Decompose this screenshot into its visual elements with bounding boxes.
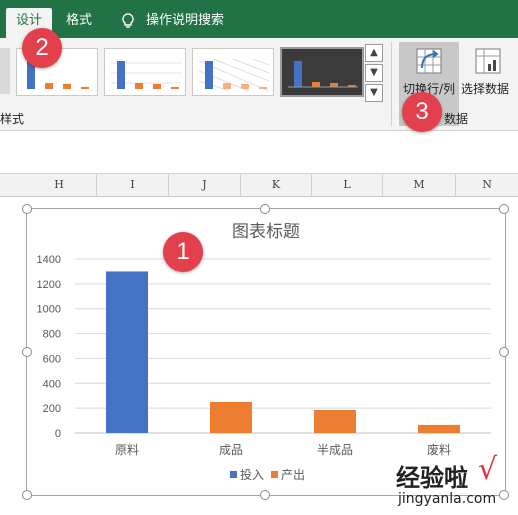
x-category-label: 半成品 [317,443,353,457]
resize-handle-top-left[interactable] [22,204,32,214]
column-header-j[interactable]: J [169,174,241,196]
column-header-n[interactable]: N [456,174,518,196]
column-header-i[interactable]: I [97,174,169,196]
formula-area [0,131,518,174]
legend-label: 产出 [281,468,305,482]
select-data-button[interactable]: 选择数据 [461,42,517,102]
column-header-row: H I J K L M N [0,174,518,197]
watermark-url: jingyanla.com [398,491,497,507]
chart-style-thumb-partial[interactable] [0,48,10,94]
lightbulb-icon [122,13,134,28]
resize-handle-top[interactable] [260,204,270,214]
legend-label: 投入 [240,467,264,482]
ribbon-tab-bar: 设计 格式 操作说明搜索 [0,0,518,38]
column-header-m[interactable]: M [383,174,456,196]
step-badge-3: 3 [402,92,442,132]
select-data-label: 选择数据 [461,82,510,96]
tell-me-search[interactable]: 操作说明搜索 [146,8,224,38]
resize-handle-bottom-left[interactable] [22,490,32,500]
step-badge-1: 1 [163,232,203,272]
resize-handle-top-right[interactable] [499,204,509,214]
column-header-h[interactable]: H [22,174,97,196]
bar-产出 [210,401,252,433]
bar-产出 [418,424,460,433]
switch-row-column-icon [416,48,442,74]
chart-style-thumb-3[interactable] [192,48,274,96]
bar-产出 [314,410,356,433]
y-tick-label: 1200 [37,279,61,291]
chart-style-thumb-2[interactable] [104,48,186,96]
column-header-k[interactable]: K [241,174,312,196]
y-tick-label: 400 [43,378,61,390]
step-badge-2: 2 [22,28,62,68]
chart-area[interactable]: 图表标题 0 200 400 600 800 1000 1200 1400 原料 成品 半成品 废料投… [26,208,506,496]
resize-handle-left[interactable] [22,347,32,357]
styles-group-label: 样式 [0,112,25,126]
x-category-label: 原料 [115,443,139,457]
gallery-more-button[interactable]: ▼ [365,84,383,102]
chart-style-thumb-4-dark[interactable] [280,47,364,97]
resize-handle-bottom-right[interactable] [499,490,509,500]
group-divider [391,42,392,126]
gallery-scroll-up-button[interactable]: ▲ [365,44,383,62]
gallery-scroll-down-button[interactable]: ▼ [365,64,383,82]
x-category-label: 废料 [427,442,451,457]
data-group-label: 数据 [444,112,469,126]
watermark-text: 经验啦 [396,464,468,492]
y-tick-label: 800 [43,329,61,341]
y-tick-label: 1000 [37,304,61,316]
legend-swatch [230,471,237,478]
select-data-icon [475,48,501,74]
column-header-l[interactable]: L [312,174,383,196]
resize-handle-bottom[interactable] [260,490,270,500]
y-tick-label: 600 [43,353,61,365]
column-chart: 图表标题 0 200 400 600 800 1000 1200 1400 原料 成品 半成品 废料投… [37,222,491,482]
watermark-check: √ [478,452,498,487]
y-tick-label: 0 [55,428,61,440]
tab-format[interactable]: 格式 [66,8,92,38]
legend-swatch [271,471,278,478]
chart-title[interactable]: 图表标题 [232,222,300,241]
resize-handle-right[interactable] [499,347,509,357]
bar-投入 [106,271,148,433]
y-tick-label: 1400 [37,254,61,266]
x-category-label: 成品 [219,443,243,457]
y-tick-label: 200 [43,403,61,415]
